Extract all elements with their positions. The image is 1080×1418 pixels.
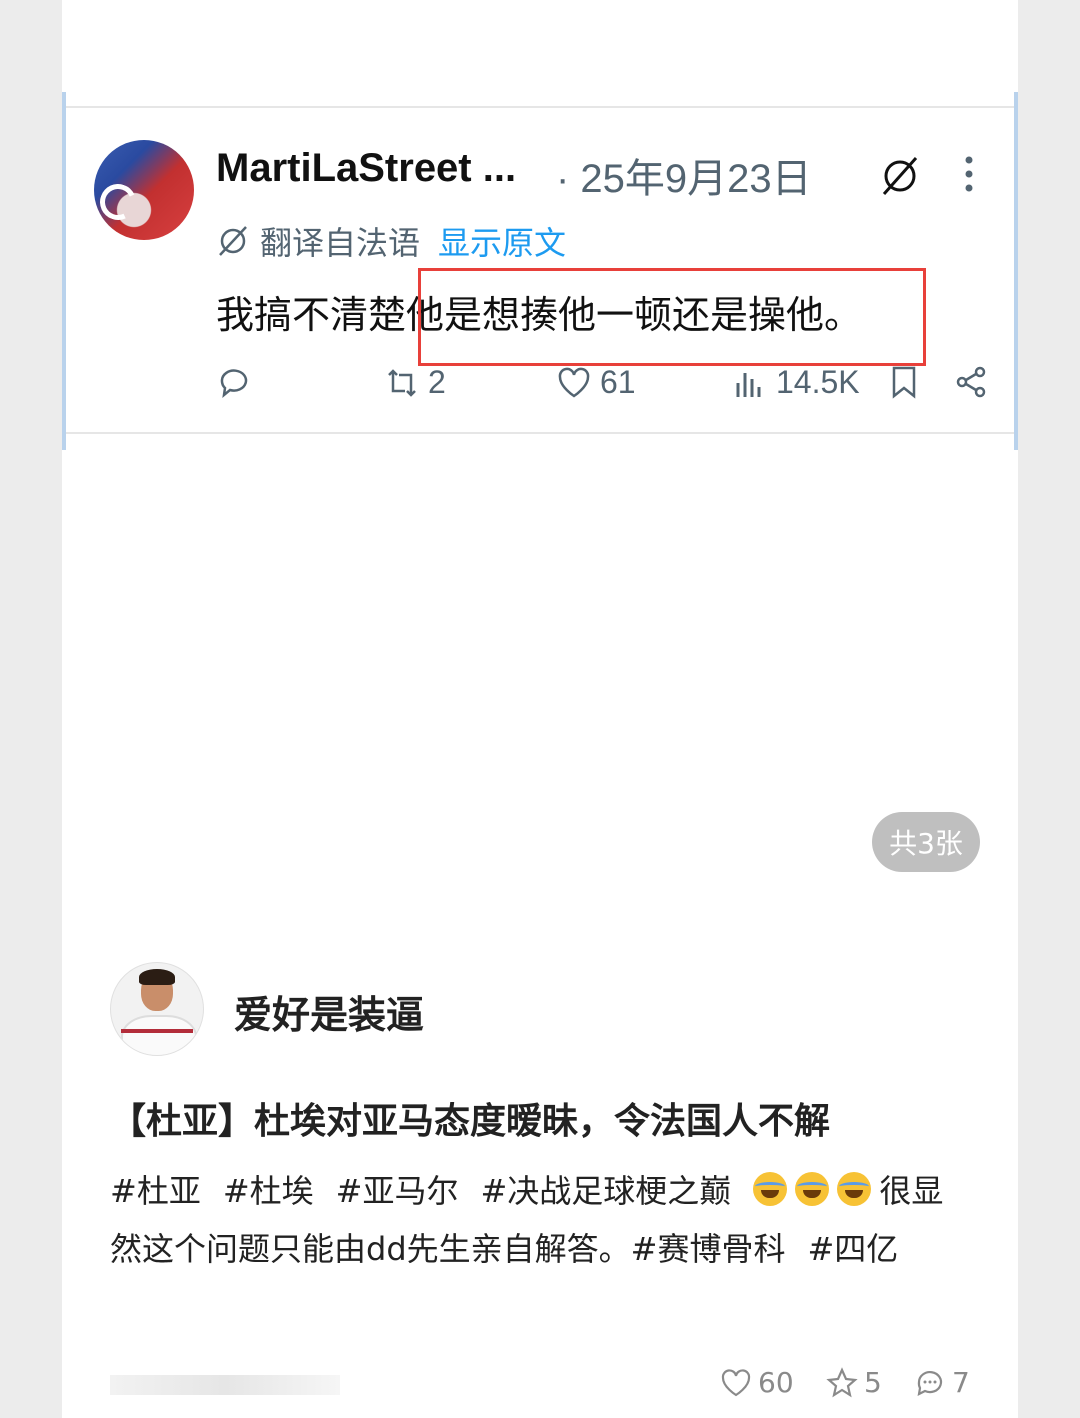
comment-icon bbox=[917, 1370, 943, 1396]
like-stat[interactable]: 60 bbox=[720, 1366, 794, 1399]
hashtag[interactable]: #决战足球梗之巅 bbox=[480, 1172, 731, 1210]
divider bbox=[66, 106, 1014, 108]
views-action: 14.5K bbox=[732, 364, 860, 401]
show-original-link[interactable]: 显示原文 bbox=[438, 224, 566, 262]
comment-stat[interactable]: 7 bbox=[914, 1366, 970, 1399]
more-icon bbox=[965, 156, 973, 192]
author-name[interactable]: 爱好是装逼 bbox=[234, 984, 424, 1039]
translate-label: 翻译自法语 bbox=[260, 224, 421, 262]
retweet-action: 2 bbox=[384, 364, 446, 401]
share-icon bbox=[956, 366, 986, 398]
favorite-count: 5 bbox=[864, 1366, 882, 1399]
heart-icon bbox=[721, 1368, 751, 1396]
translate-line: 翻译自法语 显示原文 bbox=[216, 218, 566, 264]
reply-action bbox=[216, 364, 252, 400]
reply-icon bbox=[220, 369, 248, 399]
blurred-footer-strip bbox=[110, 1375, 340, 1395]
grok-icon bbox=[882, 157, 918, 195]
translate-icon bbox=[219, 226, 247, 256]
hashtag[interactable]: #亚马尔 bbox=[336, 1172, 459, 1210]
share-action bbox=[954, 364, 990, 400]
tweet-date: · 25年9月23日 bbox=[556, 157, 812, 201]
views-icon bbox=[736, 372, 761, 397]
hashtag[interactable]: #赛博骨科 bbox=[631, 1230, 786, 1268]
heart-icon bbox=[558, 367, 590, 397]
tweet-actions: 2 61 14.5K bbox=[216, 364, 996, 404]
bookmark-icon bbox=[892, 366, 916, 399]
tweet-text-before: 我搞不清楚 bbox=[216, 293, 407, 337]
comment-count: 7 bbox=[952, 1366, 970, 1399]
laughing-crying-emoji-icon bbox=[837, 1172, 872, 1206]
retweet-count: 2 bbox=[428, 364, 446, 400]
star-icon bbox=[826, 1366, 858, 1397]
view-count: 14.5K bbox=[776, 364, 860, 400]
divider bbox=[66, 432, 1014, 434]
post-body: #杜亚 #杜埃 #亚马尔 #决战足球梗之巅 很显然这个问题只能由dd先生亲自解答。#赛博… bbox=[110, 1162, 970, 1278]
laughing-crying-emoji-icon bbox=[795, 1172, 830, 1206]
bookmark-action bbox=[886, 364, 922, 400]
hashtag[interactable]: #杜埃 bbox=[223, 1172, 314, 1210]
hashtag[interactable]: #杜亚 bbox=[110, 1172, 201, 1210]
laughing-crying-emoji-icon bbox=[753, 1172, 788, 1206]
embedded-tweet-image[interactable]: MartiLaStreet ... · 25年9月23日 翻译自法语 显示原文 我… bbox=[62, 92, 1018, 450]
post-page: MartiLaStreet ... · 25年9月23日 翻译自法语 显示原文 我… bbox=[62, 0, 1018, 1418]
red-highlight-box bbox=[418, 268, 926, 366]
avatar[interactable] bbox=[110, 962, 204, 1056]
post-title: 【杜亚】杜埃对亚马态度暧昧，令法国人不解 bbox=[110, 1101, 831, 1142]
tweet-avatar bbox=[94, 140, 194, 240]
like-count: 60 bbox=[758, 1366, 794, 1399]
retweet-icon bbox=[388, 368, 416, 397]
tweet-username: MartiLaStreet ... bbox=[216, 146, 517, 190]
like-action: 61 bbox=[556, 364, 636, 401]
image-count-badge[interactable]: 共3张 bbox=[872, 812, 980, 872]
hashtag[interactable]: #四亿 bbox=[807, 1230, 898, 1268]
like-count: 61 bbox=[600, 364, 636, 400]
favorite-stat[interactable]: 5 bbox=[826, 1366, 882, 1399]
